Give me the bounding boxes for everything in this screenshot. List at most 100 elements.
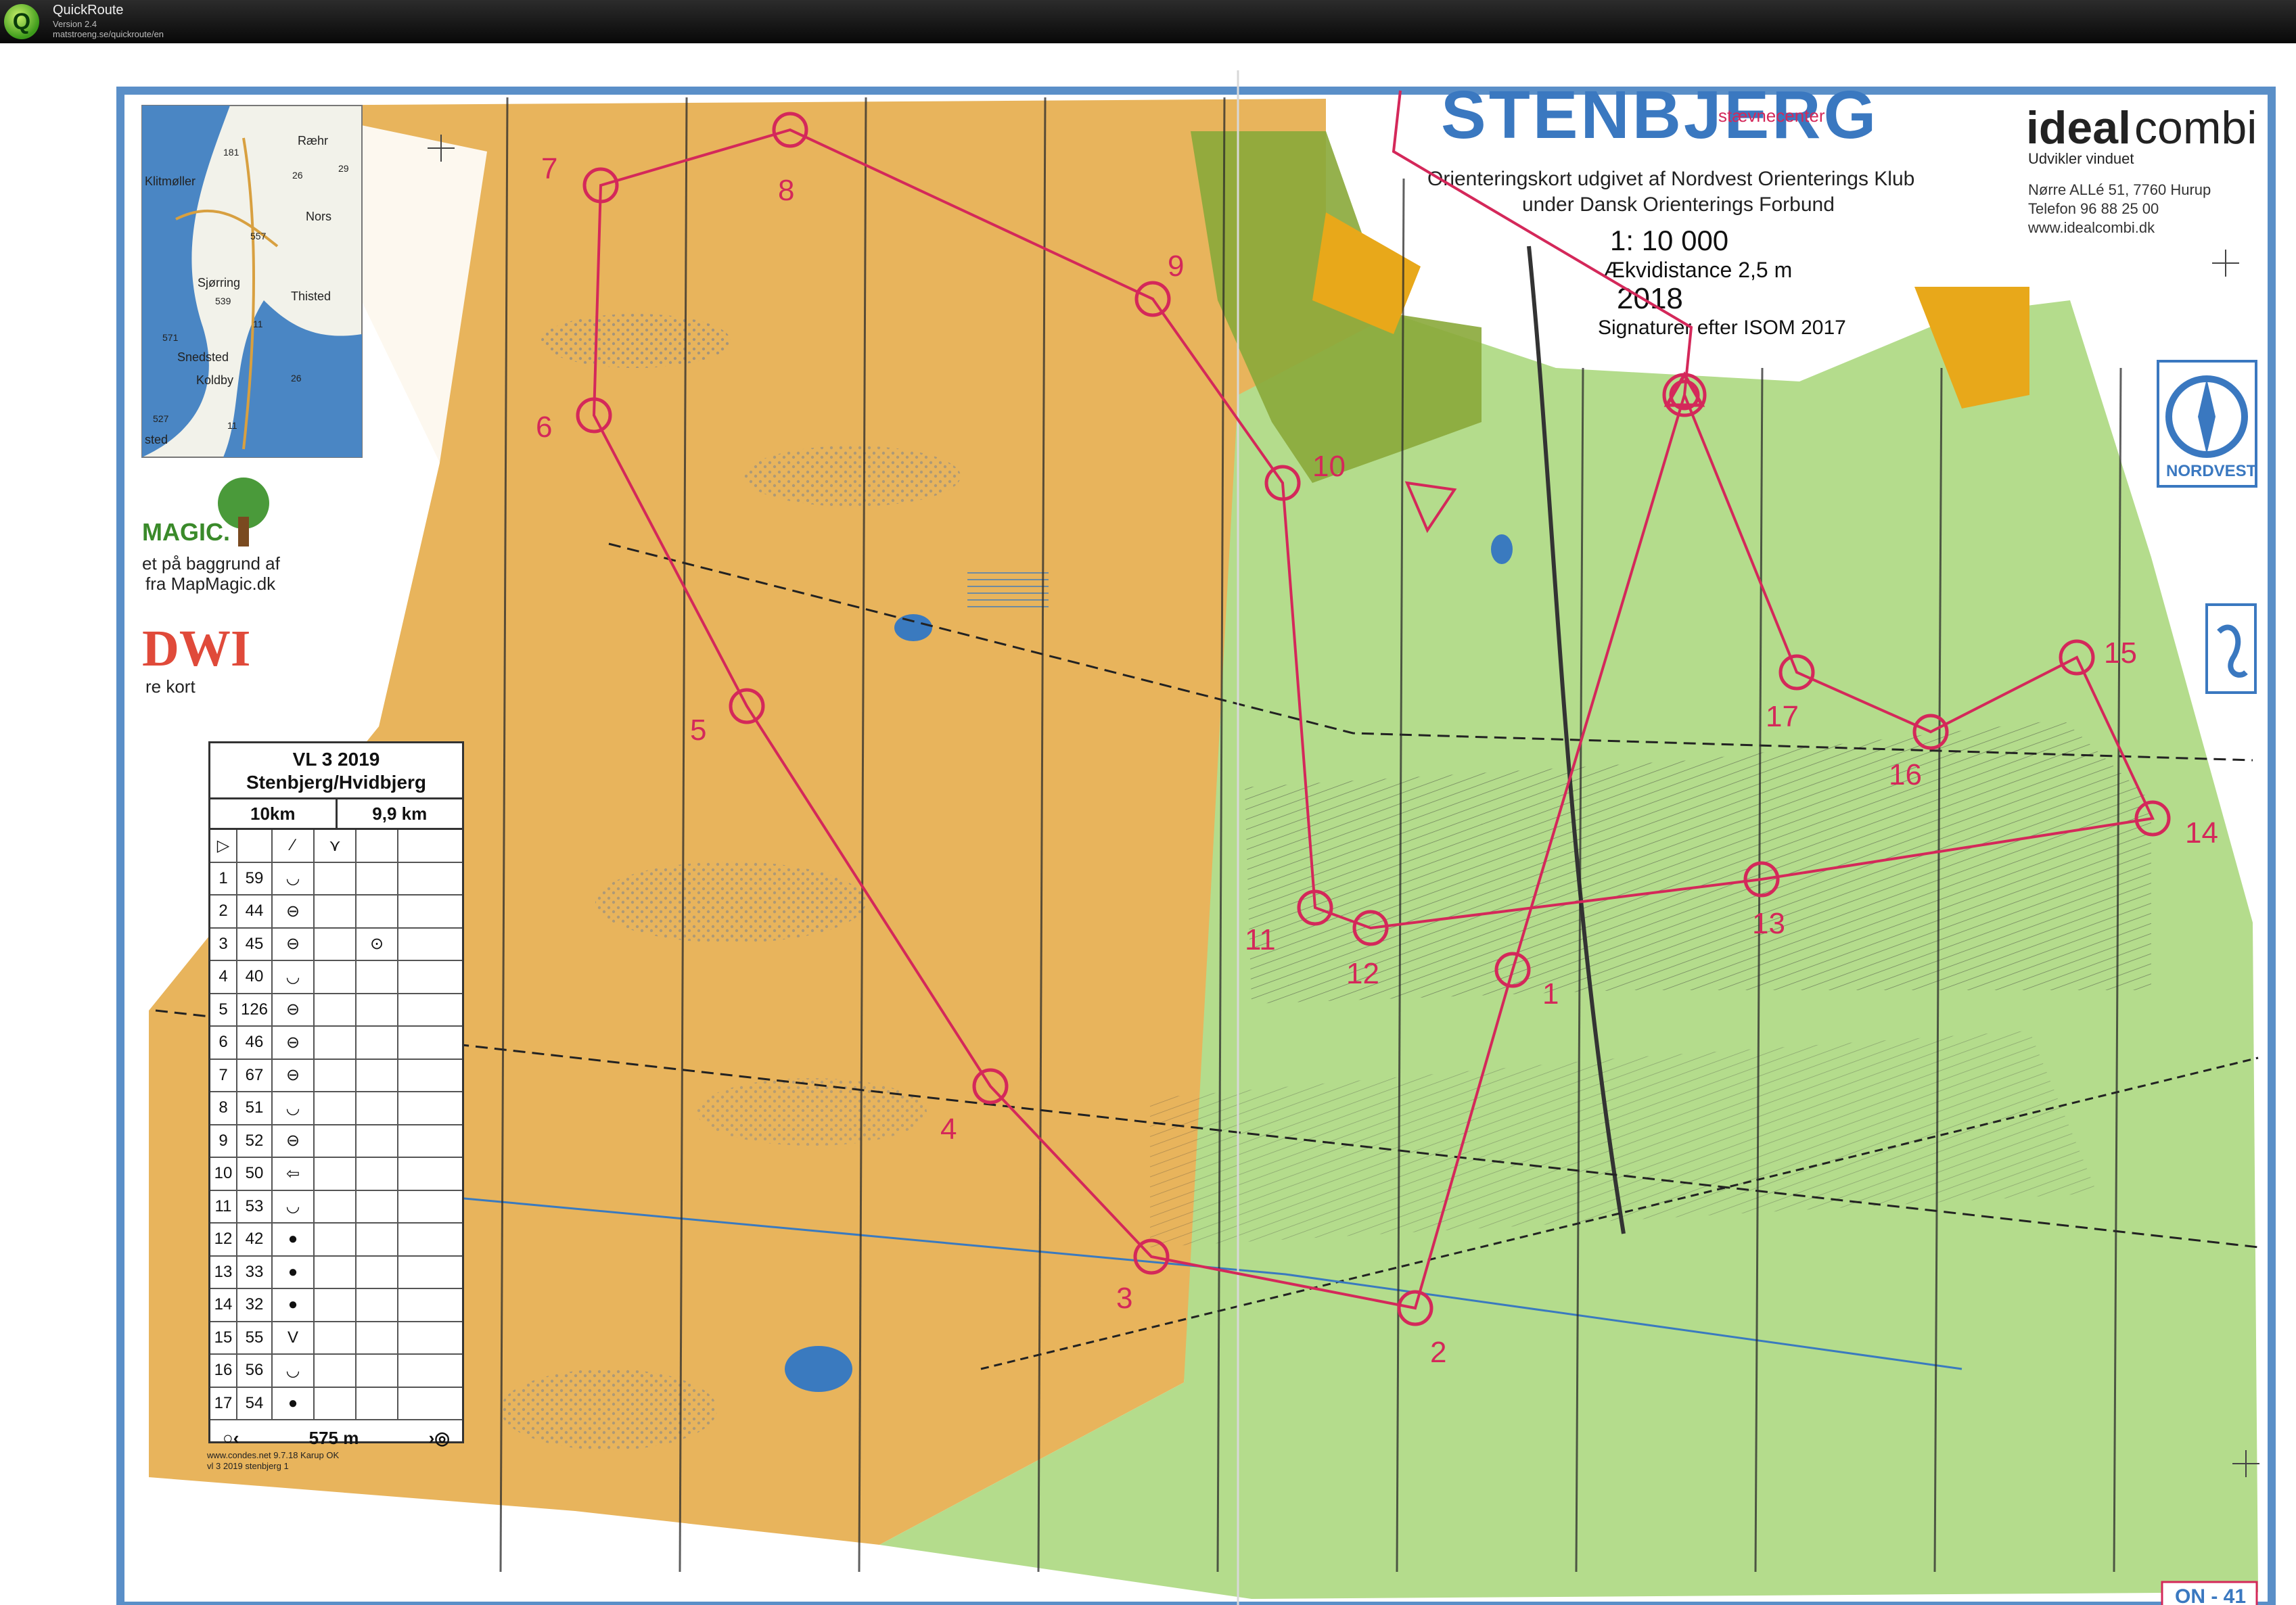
control-label-15: 15 [2104, 636, 2137, 670]
desc-col-g [357, 994, 398, 1025]
inset-place-6: Snedsted [177, 350, 229, 364]
desc-feature-icon: ◡ [273, 1092, 315, 1124]
footer-line-2: vl 3 2019 stenbjerg 1 [207, 1461, 289, 1471]
app-icon-letter: Q [12, 9, 31, 34]
desc-code: 55 [237, 1322, 273, 1353]
sponsor-name-b: combi [2134, 102, 2257, 154]
desc-event-subtitle: Stenbjerg/Hvidbjerg [246, 772, 427, 793]
dwi-wordmark: DWI [142, 620, 250, 677]
desc-col-g [357, 1059, 398, 1091]
desc-code: 40 [237, 961, 273, 993]
desc-feature-icon: ⊖ [273, 895, 315, 927]
desc-code: 56 [237, 1355, 273, 1387]
desc-col-g [357, 862, 398, 894]
desc-row: 2 44 ⊖ [210, 895, 462, 929]
desc-course-class: 10km [210, 799, 338, 828]
map-year: 2018 [1617, 282, 1683, 315]
desc-code: 45 [237, 928, 273, 960]
desc-course-header: 10km 9,9 km [210, 797, 462, 830]
desc-col-h [398, 1388, 462, 1420]
desc-event-title: VL 3 2019 [292, 749, 380, 770]
stony-area-3 [595, 862, 866, 943]
map-viewport[interactable]: Ræhr Klitmøller Nors Sjørring Thisted Sn… [0, 43, 2296, 1605]
desc-col-g: ⊙ [357, 928, 398, 960]
desc-code: 53 [237, 1190, 273, 1222]
control-label-11: 11 [1245, 923, 1276, 956]
desc-number: 10 [210, 1158, 237, 1190]
desc-col-e [315, 1355, 357, 1387]
inset-road-8: 26 [291, 373, 302, 383]
desc-row: 15 55 V [210, 1322, 462, 1355]
v-icon: ⋎ [315, 830, 357, 862]
desc-number: 6 [210, 1027, 237, 1059]
desc-row: 7 67 ⊖ [210, 1059, 462, 1092]
control-label-1: 1 [1542, 977, 1559, 1010]
desc-code: 59 [237, 862, 273, 894]
mapmagic-text-2: fra MapMagic.dk [145, 574, 276, 594]
desc-col-e [315, 1322, 357, 1353]
desc-col-h [398, 895, 462, 927]
desc-feature-icon: ● [273, 1387, 315, 1419]
control-label-12: 12 [1346, 957, 1379, 990]
control-label-10: 10 [1312, 450, 1346, 483]
desc-row: 10 50 ⇦ [210, 1158, 462, 1191]
desc-feature-icon: ⊖ [273, 928, 315, 960]
inset-road-10: 11 [227, 420, 237, 431]
finish-right-icon: ›◎ [428, 1427, 450, 1448]
stony-area-1 [541, 314, 731, 368]
desc-col-g [357, 1158, 398, 1190]
desc-row: 11 53 ◡ [210, 1190, 462, 1224]
desc-col-h [398, 863, 462, 895]
desc-feature-icon: ● [273, 1224, 315, 1255]
desc-rows: 1 59 ◡ 2 44 ⊖ 3 45 ⊖ ⊙ 4 40 ◡ 5 126 ⊖ 6 46 ⊖ 7 67 ⊖ 8 51 ◡ 9 52 ⊖ 10… [210, 862, 462, 1420]
control-label-9: 9 [1168, 250, 1184, 283]
control-label-4: 4 [940, 1113, 957, 1146]
app-url: matstroeng.se/quickroute/en [53, 29, 164, 39]
desc-code: 33 [237, 1256, 273, 1288]
marsh-1 [967, 571, 1049, 611]
desc-feature-icon: ⊖ [273, 994, 315, 1025]
control-description-sheet: VL 3 2019 Stenbjerg/Hvidbjerg 10km 9,9 k… [208, 741, 464, 1448]
control-label-5: 5 [690, 714, 706, 747]
desc-col-e [315, 1224, 357, 1255]
desc-row: 14 32 ● [210, 1289, 462, 1322]
app-name: QuickRoute [53, 3, 124, 18]
desc-code: 54 [237, 1387, 273, 1419]
desc-number: 8 [210, 1092, 237, 1124]
sponsor-address: Nørre ALLé 51, 7760 Hurup [2028, 181, 2211, 198]
desc-number: 12 [210, 1224, 237, 1255]
desc-col-h [398, 1027, 462, 1059]
desc-col-h [398, 1257, 462, 1288]
desc-col-g [357, 1125, 398, 1157]
inset-place-3: Nors [306, 210, 331, 223]
inset-road-9: 527 [153, 413, 169, 424]
desc-code: 51 [237, 1092, 273, 1124]
inset-road-5: 539 [215, 296, 231, 306]
desc-code: 126 [237, 994, 273, 1025]
desc-number: 7 [210, 1059, 237, 1091]
desc-number: 5 [210, 994, 237, 1025]
desc-col-e [315, 1256, 357, 1288]
control-label-13: 13 [1752, 907, 1785, 940]
desc-code: 32 [237, 1289, 273, 1321]
desc-row: 8 51 ◡ [210, 1092, 462, 1125]
desc-col-g [357, 1355, 398, 1387]
desc-col-g [357, 961, 398, 993]
desc-col-h [398, 929, 462, 960]
desc-feature-icon: ⊖ [273, 1027, 315, 1059]
desc-col-h [398, 1289, 462, 1321]
desc-col-h [398, 1060, 462, 1092]
start-triangle-icon: ▷ [210, 830, 237, 862]
desc-col-g [357, 1092, 398, 1124]
pond [1491, 534, 1513, 564]
desc-number: 17 [210, 1387, 237, 1419]
desc-col-h [398, 1092, 462, 1124]
control-label-14: 14 [2185, 816, 2218, 850]
desc-row: 6 46 ⊖ [210, 1027, 462, 1060]
desc-col-e [315, 1059, 357, 1091]
desc-number: 14 [210, 1289, 237, 1321]
desc-row: 9 52 ⊖ [210, 1125, 462, 1158]
map-number: ON - 41 [2175, 1585, 2246, 1605]
inset-road-6: 571 [162, 332, 179, 343]
desc-col-e [315, 1027, 357, 1059]
